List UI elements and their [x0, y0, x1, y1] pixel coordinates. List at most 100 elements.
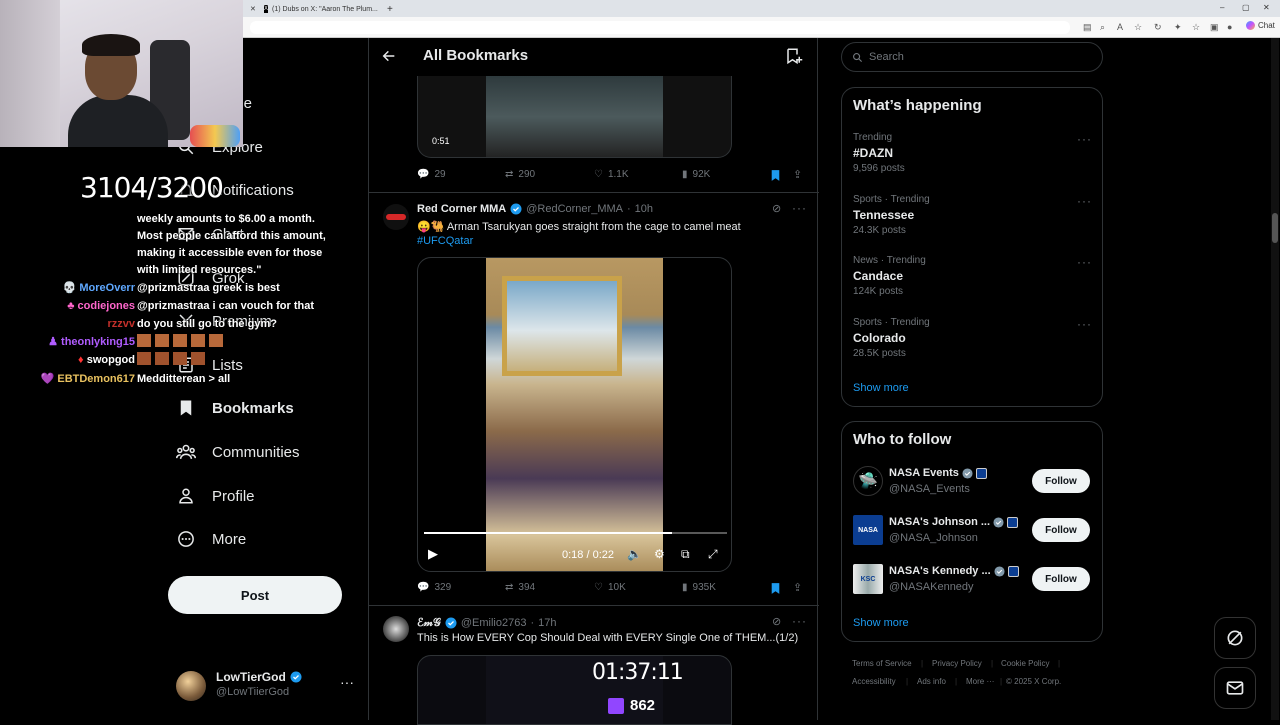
zoom-icon[interactable]: ⌕ — [1100, 22, 1105, 33]
footer-privacy-link[interactable]: Privacy Policy — [932, 659, 982, 668]
follow-suggestion[interactable]: 🛸 NASA Events @NASA_Events Follow — [853, 466, 1093, 502]
nav-bookmarks[interactable]: Bookmarks — [176, 398, 294, 418]
trend-item[interactable]: Sports · Trending Tennessee 24.3K posts — [853, 194, 1093, 236]
trend-more-icon[interactable]: ··· — [1077, 255, 1092, 269]
back-arrow-icon[interactable] — [381, 48, 397, 69]
follow-button[interactable]: Follow — [1032, 518, 1090, 542]
bookmark-active-icon[interactable] — [770, 582, 781, 600]
grok-explain-icon[interactable]: ⊘ — [772, 202, 781, 215]
tweet-video-player[interactable]: ▶ 0:18 / 0:22 🔈 ⚙ ⧉ ⤢ — [417, 257, 732, 572]
new-tab-button[interactable]: + — [387, 2, 393, 16]
tweet-text: 😛🐫 Arman Tsarukyan goes straight from th… — [417, 220, 797, 233]
minimize-button[interactable]: – — [1220, 3, 1224, 12]
favorite-icon[interactable]: ☆ — [1134, 22, 1142, 33]
webcam-overlay — [0, 0, 243, 147]
picture-in-picture-icon[interactable]: ⧉ — [681, 547, 690, 562]
grok-float-button[interactable] — [1214, 617, 1256, 659]
tweet-video[interactable] — [417, 655, 732, 725]
footer-terms-link[interactable]: Terms of Service — [852, 659, 912, 668]
avatar[interactable] — [383, 616, 409, 642]
chat-username: swopgod — [87, 354, 135, 366]
nav-communities[interactable]: Communities — [176, 442, 300, 462]
extension-icon[interactable]: ✦ — [1174, 22, 1182, 33]
tweet-video[interactable]: 0:51 — [417, 76, 732, 158]
avatar[interactable] — [383, 204, 409, 230]
collections-icon[interactable]: ▣ — [1210, 22, 1219, 33]
share-icon[interactable]: ⇪ — [793, 581, 802, 594]
show-more-link[interactable]: Show more — [853, 617, 909, 629]
footer-more-link[interactable]: More ··· — [966, 677, 994, 686]
trend-item[interactable]: Trending #DAZN 9,596 posts — [853, 132, 1093, 174]
profile-icon[interactable]: ● — [1227, 22, 1232, 32]
emote-row-icon — [137, 352, 205, 365]
nav-more[interactable]: More — [176, 529, 246, 549]
footer-accessibility-link[interactable]: Accessibility — [852, 677, 896, 686]
footer-ads-link[interactable]: Ads info — [917, 677, 946, 686]
emote-row-icon — [137, 334, 223, 347]
follow-suggestion[interactable]: NASA NASA's Johnson ... @NASA_Johnson Fo… — [853, 515, 1093, 551]
trend-more-icon[interactable]: ··· — [1077, 317, 1092, 331]
follow-button[interactable]: Follow — [1032, 469, 1090, 493]
divider — [369, 192, 819, 193]
maximize-button[interactable]: ▢ — [1242, 3, 1250, 12]
like-button[interactable]: ♡10K — [594, 582, 626, 593]
scrollbar-thumb[interactable] — [1272, 213, 1278, 243]
volume-icon[interactable]: 🔈 — [627, 547, 642, 561]
trend-title: Colorado — [853, 331, 1093, 345]
stream-viewers: 862 — [608, 697, 655, 714]
follow-button[interactable]: Follow — [1032, 567, 1090, 591]
tweet-more-icon[interactable]: ··· — [792, 201, 807, 215]
repost-count: 394 — [518, 582, 535, 593]
account-more-icon[interactable]: ··· — [340, 674, 354, 690]
author-handle[interactable]: @RedCorner_MMA — [526, 203, 623, 215]
bookmark-active-icon[interactable] — [770, 169, 781, 187]
trend-more-icon[interactable]: ··· — [1077, 194, 1092, 208]
reader-icon[interactable]: ▤ — [1083, 22, 1092, 33]
tweet-more-icon[interactable]: ··· — [792, 614, 807, 628]
views-button[interactable]: ▮935K — [682, 582, 716, 593]
skull-badge-icon: 💀 — [63, 282, 80, 294]
browser-tab[interactable]: X (1) Dubs on X: "Aaron The Plum... ✕ — [264, 2, 384, 16]
close-window-button[interactable]: ✕ — [1263, 3, 1270, 12]
trend-item[interactable]: Sports · Trending Colorado 28.5K posts — [853, 317, 1093, 359]
follow-suggestion[interactable]: KSC NASA's Kennedy ... @NASAKennedy Foll… — [853, 564, 1093, 600]
new-folder-icon[interactable] — [785, 47, 803, 70]
scrollbar-track[interactable] — [1271, 38, 1279, 720]
account-switcher[interactable]: LowTierGod @LowTiierGod ··· — [176, 669, 356, 701]
play-button[interactable]: ▶ — [428, 546, 438, 562]
show-more-link[interactable]: Show more — [853, 382, 909, 394]
share-icon[interactable]: ⇪ — [793, 168, 802, 181]
author-name[interactable]: Red Corner MMA — [417, 203, 506, 215]
settings-gear-icon[interactable]: ⚙ — [654, 547, 665, 561]
favorites-icon[interactable]: ☆ — [1192, 22, 1200, 33]
bookmarks-timeline: All Bookmarks 0:51 💬29 ⇄290 ♡1.1K ▮92K ⇪… — [368, 38, 818, 720]
views-button[interactable]: ▮92K — [682, 169, 710, 180]
tweet-time[interactable]: 17h — [538, 617, 556, 629]
like-button[interactable]: ♡1.1K — [594, 169, 629, 180]
chat-user-row: ♟ theonlyking15 — [48, 334, 135, 351]
grok-explain-icon[interactable]: ⊘ — [772, 615, 781, 628]
reply-button[interactable]: 💬329 — [417, 582, 451, 593]
fullscreen-icon[interactable]: ⤢ — [708, 547, 718, 562]
author-name[interactable]: ℰ𝓂𝒢 — [417, 616, 441, 630]
video-progress-track[interactable] — [424, 532, 727, 534]
footer-cookie-link[interactable]: Cookie Policy — [1001, 659, 1049, 668]
hashtag-link[interactable]: #UFCQatar — [417, 235, 473, 247]
verified-badge-icon — [994, 566, 1005, 577]
nav-profile[interactable]: Profile — [176, 486, 255, 506]
url-field[interactable] — [250, 21, 1070, 34]
copilot-chat-button[interactable]: Chat — [1246, 21, 1275, 30]
trend-item[interactable]: News · Trending Candace 124K posts — [853, 255, 1093, 297]
messages-float-button[interactable] — [1214, 667, 1256, 709]
post-button[interactable]: Post — [168, 576, 342, 614]
refresh-icon[interactable]: ↻ — [1154, 22, 1162, 33]
read-aloud-icon[interactable]: A — [1117, 22, 1123, 32]
search-input[interactable]: Search — [841, 42, 1103, 72]
author-handle[interactable]: @Emilio2763 — [461, 617, 527, 629]
reply-button[interactable]: 💬29 — [417, 169, 446, 180]
repost-button[interactable]: ⇄394 — [505, 582, 535, 593]
tab-close-icon[interactable]: ✕ — [250, 2, 262, 16]
tweet-time[interactable]: 10h — [635, 203, 653, 215]
repost-button[interactable]: ⇄290 — [505, 169, 535, 180]
trend-more-icon[interactable]: ··· — [1077, 132, 1092, 146]
